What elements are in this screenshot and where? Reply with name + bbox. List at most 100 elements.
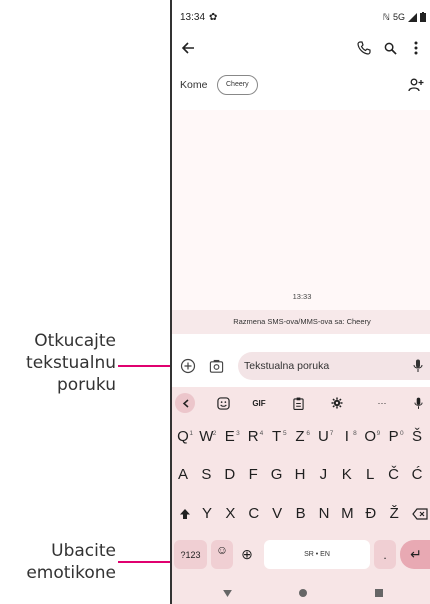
search-icon[interactable] — [378, 36, 402, 60]
recipient-chip[interactable]: Cheery — [217, 75, 258, 95]
key-g[interactable]: G — [267, 461, 287, 489]
key-label: E — [224, 428, 235, 445]
message-input[interactable]: Tekstualna poruka — [238, 352, 430, 380]
key-label: G — [270, 466, 283, 483]
key-label: Z — [295, 428, 305, 445]
key-label: Š — [411, 428, 422, 445]
key-label: S — [201, 466, 212, 483]
key-č[interactable]: Č — [384, 461, 404, 489]
key-n[interactable]: N — [314, 500, 334, 528]
space-key[interactable]: SR • EN — [264, 540, 370, 569]
key-label: W — [199, 428, 214, 445]
keyboard-toolbar: GIF ··· — [172, 389, 430, 417]
nav-recents-icon[interactable] — [372, 586, 386, 600]
key-j[interactable]: J — [313, 461, 333, 489]
key-š[interactable]: Š — [407, 423, 427, 451]
gallery-icon[interactable] — [206, 356, 226, 376]
app-bar — [172, 36, 430, 60]
key-x[interactable]: X — [220, 500, 240, 528]
phone-call-icon[interactable] — [352, 36, 376, 60]
key-o[interactable]: O9 — [360, 423, 380, 451]
backspace-key[interactable] — [408, 500, 430, 528]
key-hint: 7 — [329, 430, 334, 437]
space-key-label: SR • EN — [304, 551, 330, 558]
key-label: P — [388, 428, 399, 445]
key-b[interactable]: B — [291, 500, 311, 528]
key-k[interactable]: K — [337, 461, 357, 489]
status-time: 13:34 — [180, 11, 206, 23]
add-recipient-icon[interactable] — [404, 73, 428, 97]
key-label: F — [248, 466, 258, 483]
emoji-key[interactable]: ☺ — [211, 540, 233, 569]
enter-key[interactable]: ↵ — [400, 540, 430, 569]
key-hint: 4 — [259, 430, 264, 437]
add-attachment-icon[interactable] — [178, 356, 198, 376]
key-e[interactable]: E3 — [220, 423, 240, 451]
more-options-icon[interactable] — [404, 36, 428, 60]
key-i[interactable]: I8 — [337, 423, 357, 451]
status-bar: 13:34 ✿ ℕ 5G — [180, 10, 430, 24]
key-ć[interactable]: Ć — [407, 461, 427, 489]
key-label: V — [272, 505, 283, 522]
key-s[interactable]: S — [196, 461, 216, 489]
key-u[interactable]: U7 — [313, 423, 333, 451]
key-label: X — [225, 505, 236, 522]
clipboard-icon[interactable] — [288, 393, 308, 413]
key-label: Q — [177, 428, 189, 445]
key-a[interactable]: A — [173, 461, 193, 489]
key-label: C — [248, 505, 260, 522]
key-c[interactable]: C — [244, 500, 264, 528]
recipient-field[interactable]: Kome Cheery — [172, 72, 430, 98]
nav-home-icon[interactable] — [296, 586, 310, 600]
key-d[interactable]: D — [220, 461, 240, 489]
gif-button[interactable]: GIF — [247, 393, 271, 413]
key-w[interactable]: W2 — [196, 423, 216, 451]
key-m[interactable]: M — [337, 500, 357, 528]
key-q[interactable]: Q1 — [173, 423, 193, 451]
sticker-icon[interactable] — [213, 393, 233, 413]
symbols-key-label: ?123 — [180, 549, 201, 560]
keyboard-mic-icon[interactable] — [408, 393, 428, 413]
key-hint: 9 — [376, 430, 381, 437]
key-hint: 1 — [189, 430, 193, 437]
key-label: R — [247, 428, 259, 445]
globe-icon: ⊕ — [241, 546, 253, 562]
shift-key[interactable] — [175, 500, 195, 528]
globe-key[interactable]: ⊕ — [236, 540, 258, 569]
key-label: J — [319, 466, 328, 483]
key-r[interactable]: R4 — [243, 423, 263, 451]
period-key[interactable]: . — [374, 540, 396, 569]
key-f[interactable]: F — [243, 461, 263, 489]
gif-label: GIF — [252, 398, 266, 408]
key-l[interactable]: L — [360, 461, 380, 489]
key-row-3: YXCVBNMĐŽ — [172, 500, 430, 528]
key-y[interactable]: Y — [197, 500, 217, 528]
key-label: A — [177, 466, 188, 483]
signal-icon — [408, 12, 417, 22]
key-p[interactable]: P0 — [384, 423, 404, 451]
battery-icon — [420, 12, 426, 22]
key-row-1: Q1W2E3R4T5Z6U7I8O9P0Š — [172, 423, 430, 451]
keyboard-settings-icon[interactable] — [327, 393, 347, 413]
key-label: L — [366, 466, 375, 483]
key-ž[interactable]: Ž — [384, 500, 404, 528]
key-h[interactable]: H — [290, 461, 310, 489]
key-hint: 8 — [353, 430, 357, 437]
emoji-icon: ☺ — [215, 542, 229, 557]
symbols-key[interactable]: ?123 — [174, 540, 207, 569]
toolbar-more-icon[interactable]: ··· — [370, 393, 394, 413]
key-t[interactable]: T5 — [267, 423, 287, 451]
key-label: Ž — [389, 505, 399, 522]
navigation-bar — [172, 582, 430, 604]
toolbar-collapse-icon[interactable] — [175, 393, 195, 413]
key-z[interactable]: Z6 — [290, 423, 310, 451]
nav-back-icon[interactable] — [220, 586, 234, 600]
key-label: H — [294, 466, 306, 483]
key-v[interactable]: V — [267, 500, 287, 528]
microphone-icon[interactable] — [408, 356, 428, 376]
key-label: Đ — [365, 505, 377, 522]
enter-icon: ↵ — [410, 546, 422, 562]
back-arrow-icon[interactable] — [176, 36, 200, 60]
key-label: U — [317, 428, 329, 445]
key-đ[interactable]: Đ — [361, 500, 381, 528]
